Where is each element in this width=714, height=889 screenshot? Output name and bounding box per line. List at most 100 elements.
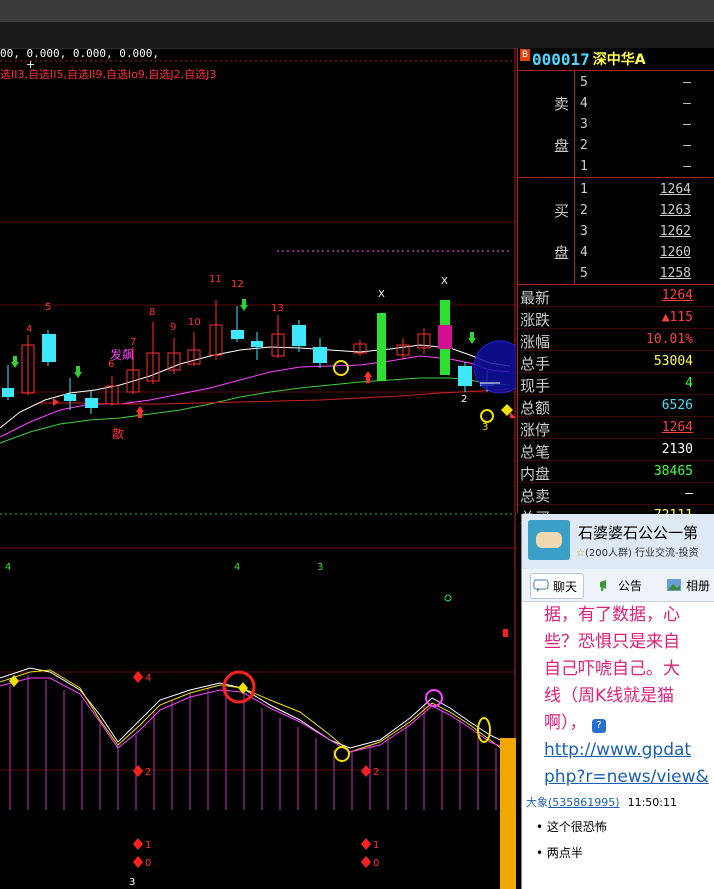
osc-label: 1 [373, 840, 379, 851]
osc-orange-bar [500, 738, 516, 889]
stat-latest: 最新 1264 [518, 285, 714, 307]
stat-limit-up: 涨停 1264 [518, 417, 714, 439]
selection-list[interactable]: 选II3,自选II5,自选II9,自选Io9,自选J2,自选J3 [0, 66, 216, 82]
signal-ring [333, 360, 349, 376]
candle-down [292, 320, 306, 352]
b-badge: B [520, 49, 530, 61]
shield-icon: ? [591, 719, 606, 733]
quote-panel: B 000017 深中华A 卖 盘 5— 4— 3— 2— 1— 买 盘 1 12… [517, 48, 714, 527]
quote-header: B 000017 深中华A [518, 48, 714, 71]
quote-stats: 最新 1264 涨跌 ▲115 涨幅 10.01% 总手 53004 现手 4 总额 652… [518, 285, 714, 527]
candle-label: 12 [231, 279, 244, 290]
osc-yellow-line [0, 669, 511, 756]
stat-change: 涨跌 ▲115 [518, 307, 714, 329]
small-target-marker [444, 594, 452, 602]
candles [2, 300, 494, 414]
buy-row[interactable]: 4 1260 [518, 241, 714, 262]
group-avatar[interactable] [528, 520, 570, 560]
candle-label: 5 [45, 302, 51, 313]
candle-label: 10 [188, 317, 201, 328]
chat-tabs: 聊天 公告 相册 [522, 569, 714, 602]
message-link[interactable]: http://www.gpdat [544, 737, 714, 764]
stat-change-pct: 涨幅 10.01% [518, 329, 714, 351]
sub-mark: 3 [482, 422, 488, 433]
chat-bubble-icon [533, 579, 549, 592]
small-red-marker [503, 629, 508, 637]
group-title[interactable]: 石婆婆石公公一第 [578, 522, 698, 543]
osc-label: 1 [145, 840, 151, 851]
candle-label: 13 [271, 303, 284, 314]
divider-label: 4 [234, 562, 240, 573]
stat-current-lot: 现手 4 [518, 373, 714, 395]
stat-amount: 总额 6526 [518, 395, 714, 417]
stat-trades: 总笔 2130 [518, 439, 714, 461]
chat-message: 据，有了数据，心 些？恐惧只是来自 自己吓唬自己。大 线（周K线就是猫 啊）， … [544, 602, 714, 791]
x-mark: X [441, 276, 448, 287]
candle-label: 11 [209, 274, 222, 285]
message-link[interactable]: php?r=news/view& [544, 764, 714, 791]
tab-chat[interactable]: 聊天 [530, 573, 584, 599]
osc-label: 2 [373, 767, 379, 778]
sender-line[interactable]: 大象(535861995) 11:50:11 [526, 794, 677, 810]
candle-down [313, 338, 327, 368]
buy-row[interactable]: 1 1264 [518, 178, 714, 199]
sell-row[interactable]: 1— [518, 155, 714, 176]
sender-id[interactable]: (535861995) [548, 796, 620, 809]
tab-announcement[interactable]: 公告 [598, 573, 642, 597]
candle-limit-up [438, 300, 452, 375]
kline-chart[interactable]: 4 5 6 7 8 9 10 11 12 13 发飙 散 X X 2 3 4 4… [0, 48, 516, 889]
candle-down [251, 332, 263, 360]
chat-window[interactable]: 石婆婆石公公一第 ☆(200人群) 行业交流-投资 聊天 公告 相册 据，有了数… [521, 514, 714, 889]
toolbar-strip [0, 22, 714, 49]
osc-label: 3 [129, 877, 135, 888]
indicator-values: 00, 0.000, 0.000, 0.000, [0, 47, 159, 60]
candle-up [21, 335, 35, 395]
candle-down [458, 362, 472, 392]
divider-label: 4 [5, 562, 11, 573]
candle-up [146, 322, 160, 384]
x-mark: X [378, 289, 385, 300]
candle-up [105, 376, 119, 406]
divider-label: 3 [317, 562, 323, 573]
stat-total-sell: 总卖 — [518, 483, 714, 505]
osc-label: 2 [145, 767, 151, 778]
candle-down [42, 330, 56, 366]
photo-icon [667, 579, 681, 591]
signal-ring [480, 409, 494, 423]
osc-label: 0 [145, 858, 151, 869]
candle-up [271, 315, 285, 358]
stat-volume: 总手 53004 [518, 351, 714, 373]
fa-piao-label: 发飙 [110, 347, 134, 362]
tab-album[interactable]: 相册 [666, 573, 710, 597]
buy-row[interactable]: 3 1262 [518, 220, 714, 241]
sell-row[interactable]: 3— [518, 113, 714, 134]
window-title-bar [0, 0, 714, 22]
buy-row[interactable]: 2 1263 [518, 199, 714, 220]
osc-white-line [0, 667, 511, 749]
candle-down [231, 306, 244, 342]
candle-down [2, 365, 14, 400]
sell-row[interactable]: 4— [518, 92, 714, 113]
sender-name[interactable]: 大象 [526, 796, 548, 809]
candle-down [85, 390, 98, 414]
ma-green-line [0, 377, 511, 444]
stock-code[interactable]: 000017 [532, 50, 590, 69]
sub-mark: 2 [461, 394, 467, 405]
candle-limit-up [377, 313, 386, 381]
osc-label: 4 [145, 673, 151, 684]
sell-row[interactable]: 2— [518, 134, 714, 155]
chat-header: 石婆婆石公公一第 ☆(200人群) 行业交流-投资 [522, 514, 714, 569]
group-subtitle: ☆(200人群) 行业交流-投资 [576, 548, 699, 559]
candle-label: 4 [26, 324, 32, 335]
osc-label: 0 [373, 858, 379, 869]
candle-label: 9 [170, 322, 176, 333]
message-time: 11:50:11 [627, 796, 677, 809]
reply-item: • 这个很恐怖 [536, 820, 607, 834]
candle-up [353, 340, 367, 356]
stock-name[interactable]: 深中华A [593, 49, 646, 69]
sell-row[interactable]: 5— [518, 71, 714, 92]
star-icon: ☆ [576, 548, 585, 559]
candle-up [417, 328, 431, 354]
buy-row[interactable]: 5 1258 [518, 262, 714, 283]
megaphone-icon [600, 580, 606, 591]
